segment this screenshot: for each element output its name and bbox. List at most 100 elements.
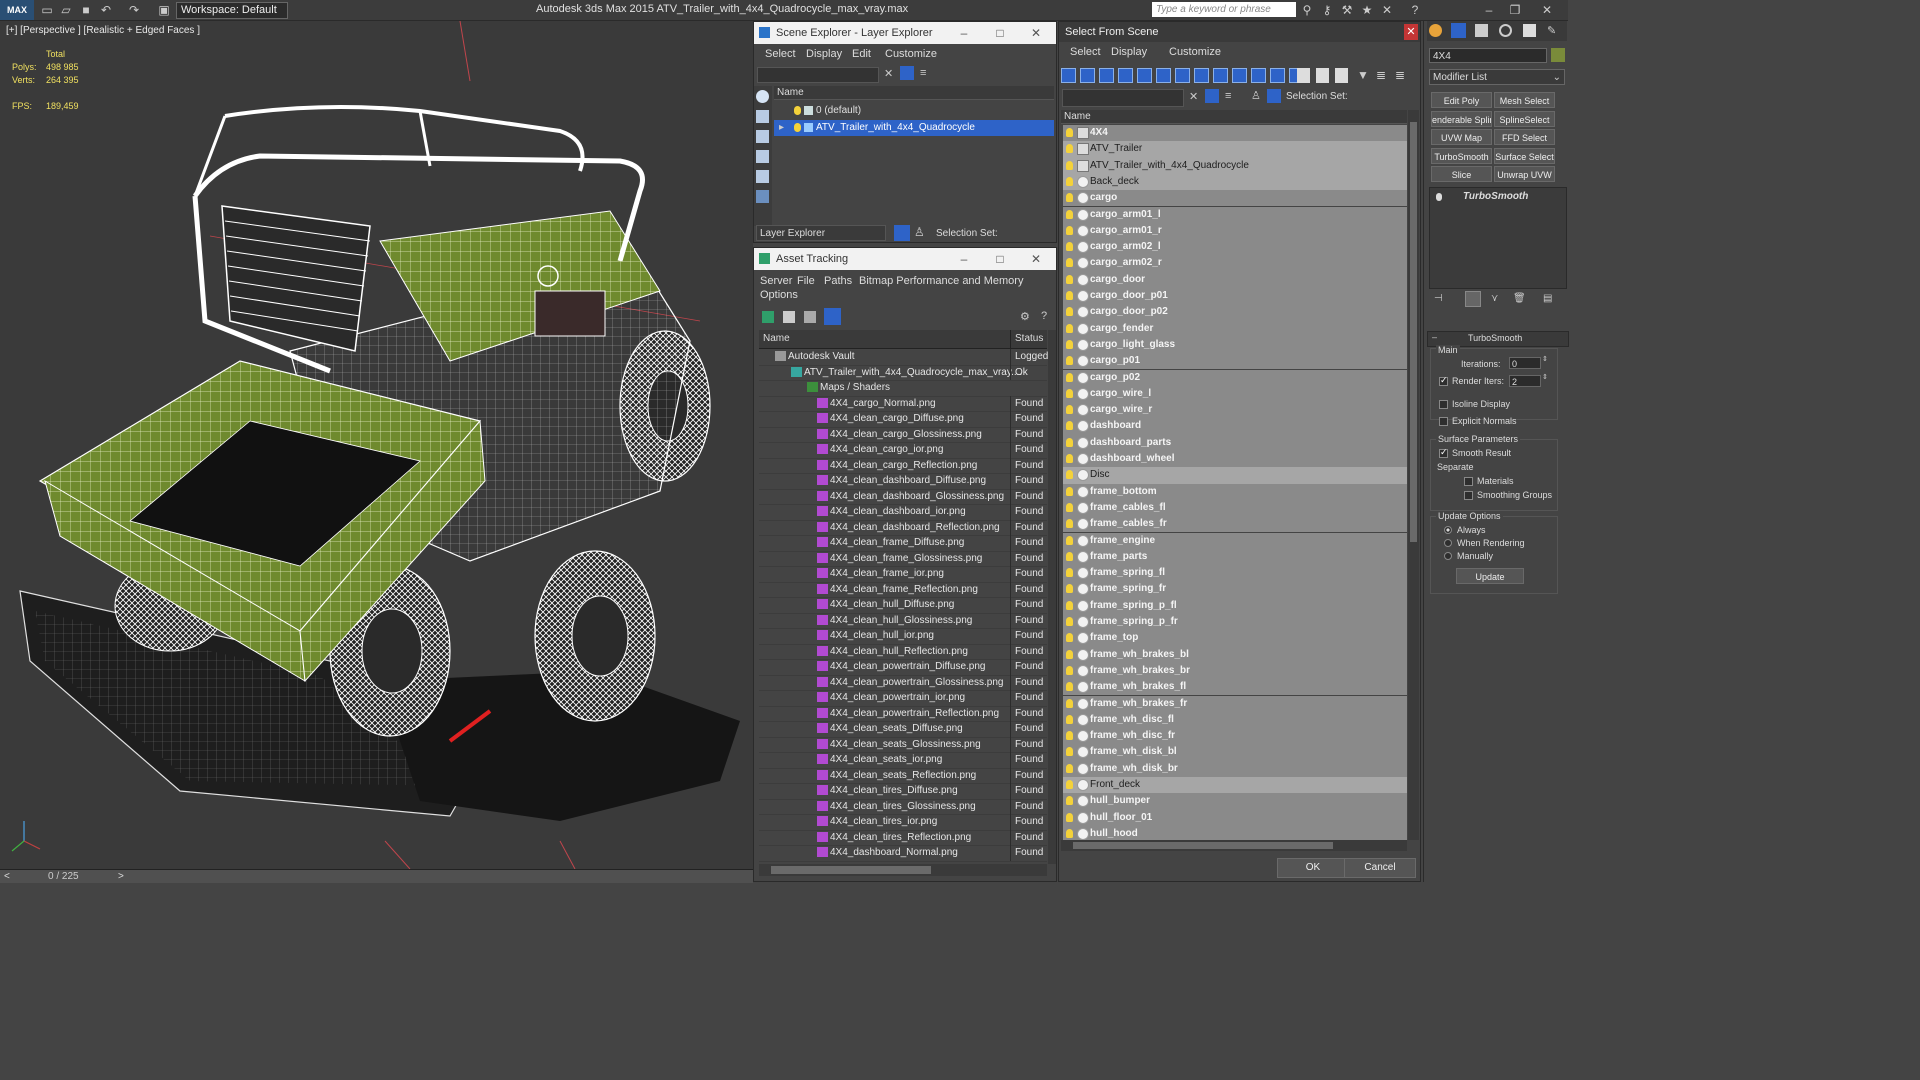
cancel-button[interactable]: Cancel	[1344, 858, 1416, 878]
display-lights-icon[interactable]	[756, 150, 769, 163]
bulb-icon[interactable]	[1066, 323, 1073, 333]
workspace-dropdown[interactable]: Workspace: Default	[176, 2, 288, 19]
tools-icon[interactable]: ⚒	[1340, 3, 1354, 17]
bulb-icon[interactable]	[1436, 193, 1442, 201]
object-list-item[interactable]: cargo_wire_r	[1063, 402, 1407, 419]
undo-icon[interactable]: ↶	[99, 3, 113, 17]
bulb-icon[interactable]	[1066, 225, 1073, 235]
asset-row[interactable]: 4X4_dashboard_Normal.png Found	[759, 845, 1047, 862]
object-list-item[interactable]: dashboard_parts	[1063, 434, 1407, 451]
close-icon[interactable]: ✕	[1540, 3, 1554, 17]
smooth-result-checkbox[interactable]	[1439, 447, 1448, 458]
restore-icon[interactable]: ❐	[1508, 3, 1522, 17]
display-xrefs-icon[interactable]	[1213, 68, 1228, 83]
bulb-icon[interactable]	[1066, 796, 1073, 806]
object-list-item[interactable]: Front_deck	[1063, 777, 1407, 794]
asset-row[interactable]: 4X4_clean_hull_Diffuse.png Found	[759, 597, 1047, 614]
bulb-icon[interactable]	[1066, 633, 1073, 643]
explicit-normals-checkbox[interactable]	[1439, 417, 1448, 426]
object-list-item[interactable]: frame_wh_disc_fr	[1063, 728, 1407, 745]
asset-row[interactable]: ATV_Trailer_with_4x4_Quadrocycle_max_vra…	[759, 364, 1047, 381]
object-list-item[interactable]: frame_parts	[1063, 548, 1407, 566]
scene-explorer-filter-input[interactable]	[757, 67, 879, 83]
display-tab-icon[interactable]	[1523, 24, 1536, 37]
object-list-item[interactable]: cargo_arm01_r	[1063, 222, 1407, 240]
asset-row[interactable]: 4X4_clean_cargo_ior.png Found	[759, 442, 1047, 459]
bulb-icon[interactable]	[1066, 698, 1073, 708]
turbosmooth-button[interactable]: TurboSmooth	[1431, 148, 1492, 164]
filter-icon[interactable]	[1205, 89, 1219, 103]
object-list-item[interactable]: frame_cables_fr	[1063, 516, 1407, 533]
viewport-label[interactable]: [+] [Perspective ] [Realistic + Edged Fa…	[6, 25, 200, 36]
bulb-icon[interactable]	[794, 123, 801, 132]
menu-server[interactable]: Server	[760, 275, 792, 287]
menu-customize[interactable]: Customize	[885, 48, 937, 60]
asset-row[interactable]: 4X4_clean_tires_Diffuse.png Found	[759, 783, 1047, 800]
asset-row[interactable]: 4X4_clean_tires_ior.png Found	[759, 814, 1047, 831]
object-color-swatch[interactable]	[1551, 48, 1565, 62]
display-containers-icon[interactable]	[1251, 68, 1266, 83]
display-spacewarps-icon[interactable]	[1175, 68, 1190, 83]
asset-row[interactable]: 4X4_clean_powertrain_Reflection.png Found	[759, 705, 1047, 722]
bulb-icon[interactable]	[1066, 388, 1073, 398]
show-end-result-icon[interactable]	[1465, 291, 1481, 307]
select-from-scene-title-bar[interactable]: Select From Scene ✕	[1059, 22, 1420, 42]
menu-file[interactable]: File	[797, 275, 815, 287]
clear-filter-icon[interactable]: ✕	[1189, 90, 1198, 103]
object-list-item[interactable]: cargo_door_p01	[1063, 288, 1407, 305]
asset-row[interactable]: 4X4_clean_seats_ior.png Found	[759, 752, 1047, 769]
stack-item-turbosmooth[interactable]: TurboSmooth	[1430, 190, 1564, 204]
remove-modifier-icon[interactable]: 🗑	[1513, 293, 1526, 304]
object-list-item[interactable]: 4X4	[1063, 125, 1407, 142]
object-list-item[interactable]: frame_wh_brakes_br	[1063, 662, 1407, 680]
asset-row[interactable]: 4X4_clean_hull_Reflection.png Found	[759, 643, 1047, 660]
bulb-icon[interactable]	[1066, 193, 1073, 203]
select-invert-icon[interactable]	[1335, 68, 1348, 83]
renderable-spline-button[interactable]: enderable Splir	[1431, 111, 1492, 127]
menu-display[interactable]: Display	[1111, 46, 1147, 58]
asset-row[interactable]: 4X4_clean_seats_Diffuse.png Found	[759, 721, 1047, 738]
asset-row[interactable]: 4X4_clean_dashboard_Glossiness.png Found	[759, 488, 1047, 505]
asset-row[interactable]: 4X4_clean_hull_Glossiness.png Found	[759, 612, 1047, 629]
clear-filter-icon[interactable]: ✕	[884, 67, 893, 80]
bulb-icon[interactable]	[1066, 535, 1073, 545]
slice-button[interactable]: Slice	[1431, 166, 1492, 182]
close-icon[interactable]: ✕	[1022, 248, 1050, 270]
hierarchy-icon[interactable]: ♙	[914, 225, 925, 239]
asset-row[interactable]: 4X4_clean_powertrain_Diffuse.png Found	[759, 659, 1047, 676]
object-list-item[interactable]: hull_hood	[1063, 825, 1407, 841]
asset-tracking-title-bar[interactable]: Asset Tracking – □ ✕	[754, 248, 1056, 270]
select-filter-input[interactable]	[1062, 89, 1184, 107]
asset-row[interactable]: 4X4_clean_seats_Reflection.png Found	[759, 767, 1047, 784]
object-list-item[interactable]: frame_wh_brakes_fl	[1063, 679, 1407, 696]
object-list-item[interactable]: cargo_wire_l	[1063, 385, 1407, 403]
bulb-icon[interactable]	[1066, 780, 1073, 789]
bulb-icon[interactable]	[1066, 551, 1073, 561]
make-unique-icon[interactable]: ⋎	[1491, 293, 1498, 304]
asset-row[interactable]: 4X4_clean_powertrain_ior.png Found	[759, 690, 1047, 707]
bulb-icon[interactable]	[1066, 176, 1073, 186]
asset-row[interactable]: Maps / Shaders	[759, 380, 1047, 397]
always-radio[interactable]	[1444, 526, 1452, 534]
perspective-viewport[interactable]: [+] [Perspective ] [Realistic + Edged Fa…	[0, 21, 753, 869]
menu-paths[interactable]: Paths	[824, 275, 852, 287]
bulb-icon[interactable]	[1066, 763, 1073, 773]
bulb-icon[interactable]	[1066, 291, 1073, 300]
bulb-icon[interactable]	[1066, 519, 1073, 529]
bulb-icon[interactable]	[1066, 812, 1073, 822]
display-helpers-icon[interactable]	[1156, 68, 1171, 83]
object-list-item[interactable]: Back_deck	[1063, 173, 1407, 191]
filter-icon[interactable]	[900, 66, 914, 80]
object-list-item[interactable]: dashboard_wheel	[1063, 451, 1407, 468]
render-iters-spinner[interactable]: 2	[1509, 375, 1541, 387]
key-icon[interactable]: ⚷	[1320, 3, 1334, 17]
x-icon[interactable]: ✕	[1380, 3, 1394, 17]
object-list-hscrollbar[interactable]	[1061, 840, 1407, 851]
asset-row[interactable]: 4X4_clean_frame_ior.png Found	[759, 566, 1047, 583]
menu-bitmap-performance[interactable]: Bitmap Performance and Memory	[859, 275, 1023, 287]
menu-customize[interactable]: Customize	[1169, 46, 1221, 58]
scroll-thumb[interactable]	[1073, 842, 1333, 849]
surface-select-button[interactable]: Surface Select	[1494, 148, 1555, 164]
hierarchy-tab-icon[interactable]	[1475, 24, 1488, 37]
minimize-icon[interactable]: –	[950, 22, 978, 44]
